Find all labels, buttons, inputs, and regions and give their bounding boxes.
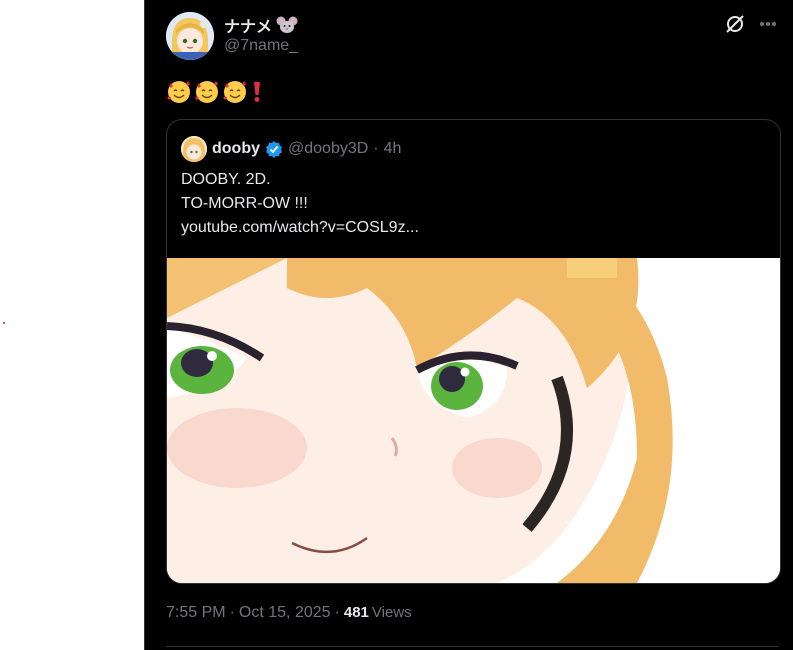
quoted-link[interactable]: youtube.com/watch?v=COSL9z... bbox=[181, 216, 419, 240]
views-label: Views bbox=[371, 604, 412, 621]
post-meta: 7:55 PM · Oct 15, 2025 · 481 Views bbox=[166, 604, 412, 622]
grok-icon[interactable] bbox=[724, 13, 746, 35]
author-avatar[interactable] bbox=[166, 12, 214, 60]
quoted-separator: · bbox=[373, 140, 379, 157]
post-time[interactable]: 7:55 PM bbox=[166, 604, 226, 622]
more-dot bbox=[766, 22, 770, 26]
post-text bbox=[166, 78, 264, 108]
more-dot bbox=[760, 22, 764, 26]
quoted-post-card[interactable]: dooby @dooby3D · 4h DOOBY. 2D. TO-MORR-O… bbox=[166, 119, 781, 584]
quoted-media-image[interactable] bbox=[167, 258, 780, 583]
more-options-icon[interactable] bbox=[757, 13, 779, 35]
left-sidebar-blank bbox=[0, 0, 144, 650]
views-count: 481 bbox=[343, 604, 369, 621]
post-date[interactable]: Oct 15, 2025 bbox=[239, 604, 331, 622]
column-divider bbox=[144, 0, 145, 650]
smiling-face-with-hearts-icon bbox=[223, 81, 246, 103]
author-display-name[interactable]: ナナメ bbox=[224, 13, 272, 37]
quoted-avatar-image bbox=[181, 136, 207, 162]
quoted-age[interactable]: 4h bbox=[384, 140, 402, 158]
quoted-author-name[interactable]: dooby bbox=[212, 140, 260, 158]
more-dot bbox=[772, 22, 776, 26]
smiling-face-with-hearts-icon bbox=[195, 81, 218, 103]
quoted-author-avatar[interactable] bbox=[181, 136, 207, 162]
anime-character-face-closeup bbox=[167, 258, 780, 583]
quoted-line: TO-MORR-OW !!! bbox=[181, 195, 308, 212]
quoted-line: DOOBY. 2D. bbox=[181, 171, 271, 188]
notification-dot bbox=[3, 322, 5, 324]
author-name-row[interactable]: ナナメ bbox=[224, 13, 298, 37]
quoted-post-text: DOOBY. 2D. TO-MORR-OW !!! youtube.com/wa… bbox=[181, 168, 419, 240]
meta-separator: · bbox=[229, 604, 235, 621]
quoted-author-handle[interactable]: @dooby3D bbox=[288, 140, 368, 158]
red-exclamation-mark-icon bbox=[254, 82, 260, 102]
mouse-face-icon bbox=[276, 16, 298, 33]
meta-divider bbox=[166, 646, 779, 647]
quoted-post-header: dooby @dooby3D · 4h bbox=[181, 136, 401, 162]
views-separator: · bbox=[334, 604, 340, 621]
post-detail: ナナメ @7name_ dooby @dooby3D · 4h DOOBY. 2… bbox=[144, 0, 793, 650]
author-handle[interactable]: @7name_ bbox=[224, 37, 298, 55]
smiling-face-with-hearts-icon bbox=[167, 81, 190, 103]
verified-badge-icon bbox=[266, 141, 282, 158]
author-avatar-image bbox=[166, 12, 214, 60]
